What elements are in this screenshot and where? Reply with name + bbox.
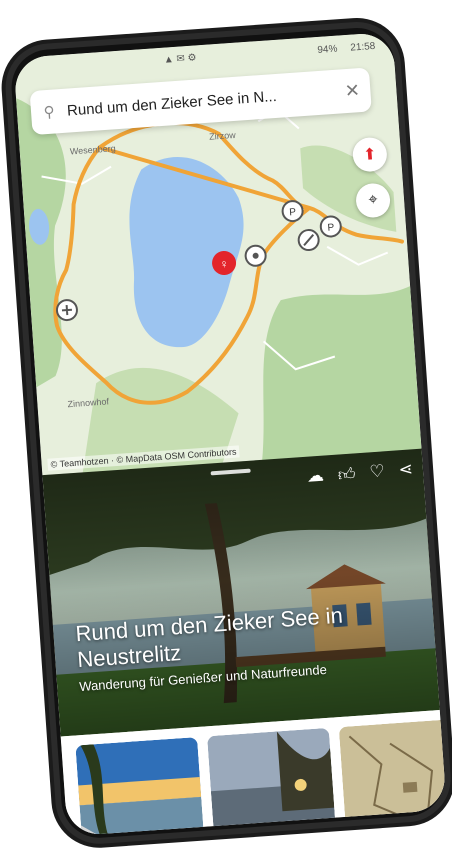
search-query[interactable]: Rund um den Zieker See in N... [66, 83, 335, 119]
cover-photo-image [42, 448, 440, 737]
poi-marker-parking-2[interactable]: P [319, 215, 342, 238]
app-screen: Wesenberg Zirzow Zinnowhof ♀ P P ▲ ✉ ⚙ 9… [13, 31, 447, 837]
share-icon[interactable]: ⋖ [398, 459, 414, 481]
poi-marker-parking-1[interactable]: P [281, 200, 304, 223]
status-signal: ▲ ✉ ⚙ [163, 52, 197, 66]
map-label-zirzow: Zirzow [209, 130, 237, 142]
svg-text:P: P [327, 222, 335, 233]
poi-marker-west[interactable] [55, 299, 78, 322]
thumbs-up-icon[interactable]: 👍︎ [337, 463, 356, 485]
search-icon[interactable]: ⚲ [31, 102, 68, 122]
phone-device: Wesenberg Zirzow Zinnowhof ♀ P P ▲ ✉ ⚙ 9… [0, 0, 452, 863]
heart-icon[interactable]: ♡ [369, 461, 386, 483]
status-battery: 94% [317, 43, 338, 56]
svg-text:P: P [289, 207, 297, 218]
svg-text:♀: ♀ [219, 257, 229, 272]
status-time: 21:58 [349, 40, 376, 54]
poi-marker-viewpoint[interactable] [244, 244, 267, 267]
download-icon[interactable]: ☁ [306, 466, 324, 488]
tour-cover-photo[interactable]: ☁ 👍︎ ♡ ⋖ Rund um den Zieker See in Neust… [42, 448, 440, 737]
poi-marker-path[interactable] [297, 229, 320, 252]
close-icon[interactable]: ✕ [334, 79, 371, 102]
gallery-thumb-lake-pier[interactable] [75, 737, 206, 837]
